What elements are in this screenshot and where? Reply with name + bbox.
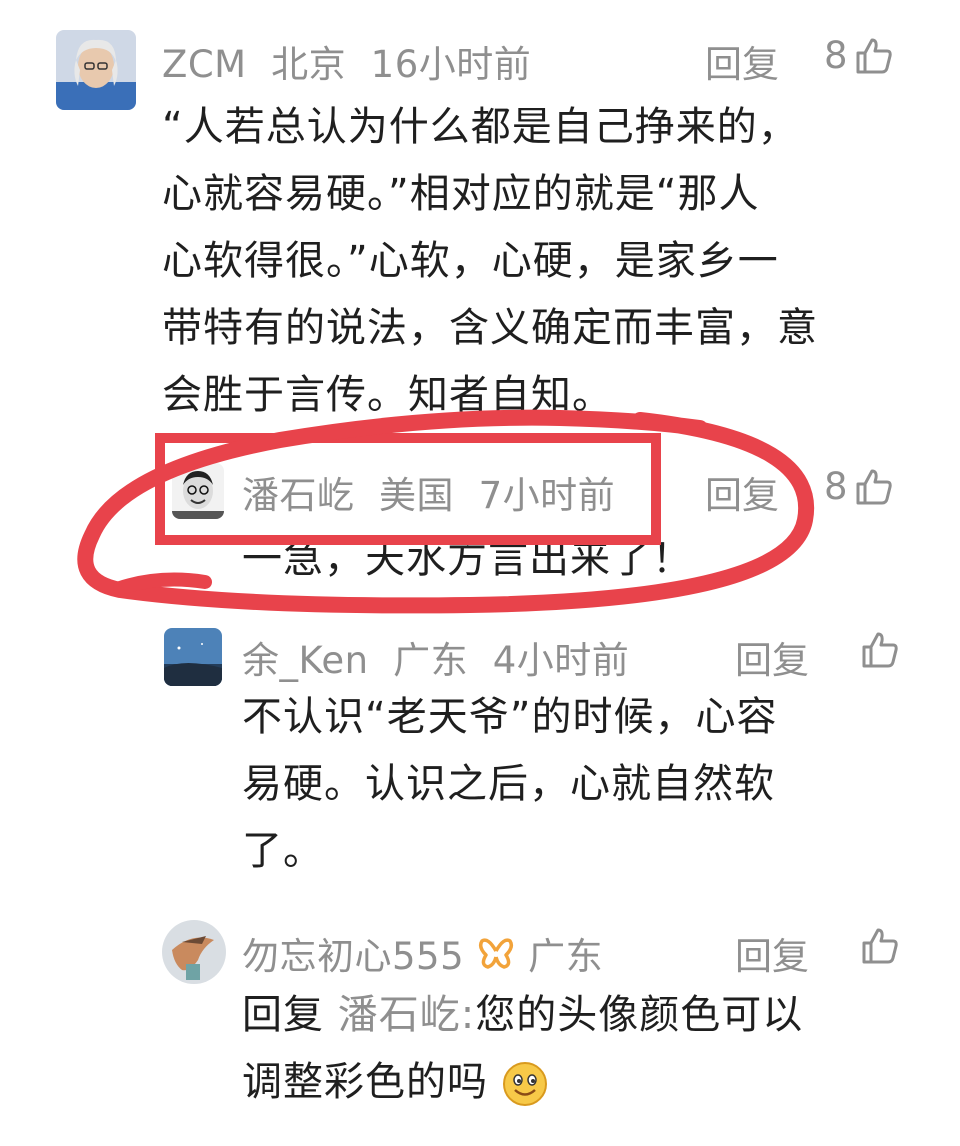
reply-button[interactable]: 回复 [735,926,809,980]
reply-prefix: 回复 [242,992,324,1038]
reply-button[interactable]: 回复 [705,34,779,88]
avatar-zcm[interactable] [56,30,136,110]
username[interactable]: 勿忘初心555 [242,926,464,980]
timestamp: 4小时前 [492,639,630,682]
location: 美国 [379,474,455,517]
thumb-up-icon [860,630,900,670]
thumb-up-icon [860,926,900,966]
smiley-emoji [502,1059,548,1106]
avatar-ken[interactable] [164,628,222,686]
like-button[interactable]: 8 [824,465,894,508]
comment-meta: 勿忘初心555 广东 [242,926,603,980]
reply-text: 您的头像颜色可以 [475,992,804,1038]
comment-meta: ZCM 北京 16小时前 [162,34,531,88]
thumb-up-icon [854,467,894,507]
comment-text: 一急，天水方言出来了！ [242,536,693,582]
location: 广东 [393,639,469,682]
comment-text: 不认识“老天爷”的时候，心容 易硬。认识之后，心就自然软 了。 [242,694,778,874]
location: 北京 [271,43,347,86]
avatar-wuwang[interactable] [162,920,226,984]
like-button[interactable] [860,630,900,670]
reply-text: 调整彩色的吗 [242,1059,488,1105]
comment-meta: 潘石屹 美国 7小时前 [242,465,615,519]
reply-button[interactable]: 回复 [705,465,779,519]
username[interactable]: ZCM [162,43,247,86]
timestamp: 7小时前 [478,474,616,517]
reply-button[interactable]: 回复 [735,630,809,684]
thumb-up-icon [854,36,894,76]
location: 广东 [528,935,604,978]
timestamp: 16小时前 [370,43,532,86]
comment-text: 回复 潘石屹:您的头像颜色可以 调整彩色的吗 [242,982,922,1116]
like-count: 8 [824,465,848,508]
butterfly-badge-icon [478,935,514,971]
username[interactable]: 余_Ken [242,639,369,682]
mention-link[interactable]: 潘石屹: [338,992,475,1038]
like-button[interactable]: 8 [824,34,894,77]
like-button[interactable] [860,926,900,966]
avatar-pan[interactable] [172,463,224,519]
like-count: 8 [824,34,848,77]
username[interactable]: 潘石屹 [242,474,355,517]
comment-text: “人若总认为什么都是自己挣来的， 心就容易硬。”相对应的就是“那人 心软得很。”… [162,104,818,418]
comment-meta: 余_Ken 广东 4小时前 [242,630,629,684]
